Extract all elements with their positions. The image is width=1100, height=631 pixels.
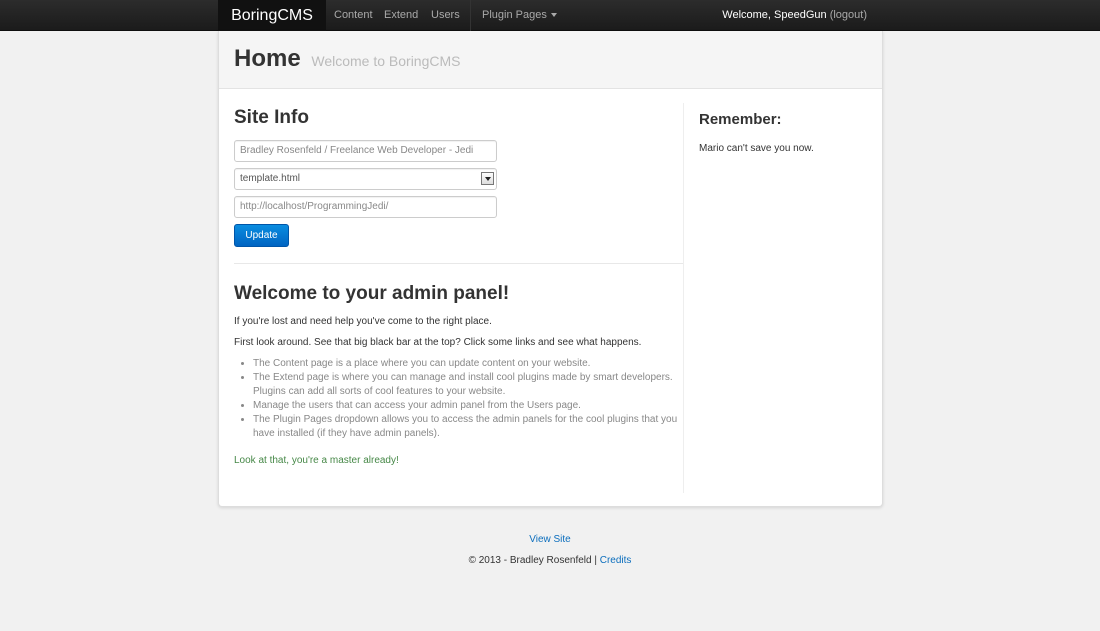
dropdown-arrow-icon (481, 172, 494, 185)
intro-text: If you're lost and need help you've come… (234, 316, 492, 327)
site-info-heading: Site Info (234, 107, 309, 128)
nav-item-extend[interactable]: Extend (384, 0, 418, 31)
welcome-user-text: Welcome, SpeedGun (722, 9, 827, 21)
page-title: Home Welcome to BoringCMS (234, 45, 461, 73)
view-site-link[interactable]: View Site (529, 534, 571, 545)
sidebar-text: Mario can't save you now. (699, 143, 814, 154)
welcome-message: Welcome, SpeedGun (logout) (722, 0, 867, 31)
caret-down-icon (550, 13, 557, 18)
site-url-input[interactable]: http://localhost/ProgrammingJedi/ (234, 196, 497, 218)
list-item: The Plugin Pages dropdown allows you to … (253, 413, 683, 441)
template-select[interactable]: template.html (234, 168, 497, 190)
nav-dropdown-label: Plugin Pages (482, 9, 547, 21)
site-name-input[interactable]: Bradley Rosenfeld / Freelance Web Develo… (234, 140, 497, 162)
credits-link[interactable]: Credits (600, 555, 632, 566)
tips-list: The Content page is a place where you ca… (253, 357, 683, 441)
template-select-value: template.html (240, 173, 301, 184)
page-subtitle: Welcome to BoringCMS (311, 53, 461, 69)
nav-item-users[interactable]: Users (431, 0, 460, 31)
page-header: Home Welcome to BoringCMS (219, 31, 882, 89)
nav-dropdown-plugin-pages[interactable]: Plugin Pages (482, 0, 557, 31)
list-item: Manage the users that can access your ad… (253, 399, 683, 413)
first-look-text: First look around. See that big black ba… (234, 337, 642, 348)
logout-link[interactable]: (logout) (830, 9, 867, 21)
list-item: The Content page is a place where you ca… (253, 357, 683, 371)
nav-item-content[interactable]: Content (334, 0, 373, 31)
footer-copyright: © 2013 - Bradley Rosenfeld | Credits (0, 555, 1100, 566)
navbar-container: BoringCMS Content Extend Users Plugin Pa… (218, 0, 883, 31)
main-panel: Home Welcome to BoringCMS Site Info Brad… (218, 31, 883, 507)
update-button[interactable]: Update (234, 224, 289, 247)
footer-view-site: View Site (0, 534, 1100, 545)
page-title-text: Home (234, 45, 301, 72)
section-divider (234, 263, 683, 264)
sidebar: Remember: Mario can't save you now. (683, 103, 878, 493)
sidebar-title: Remember: (699, 111, 782, 128)
welcome-heading: Welcome to your admin panel! (234, 283, 510, 304)
top-navbar: BoringCMS Content Extend Users Plugin Pa… (0, 0, 1100, 31)
closing-text: Look at that, you're a master already! (234, 455, 399, 466)
copyright-text: © 2013 - Bradley Rosenfeld | (468, 555, 597, 566)
nav-divider (470, 0, 471, 31)
list-item: The Extend page is where you can manage … (253, 371, 683, 399)
brand-link[interactable]: BoringCMS (218, 0, 326, 31)
